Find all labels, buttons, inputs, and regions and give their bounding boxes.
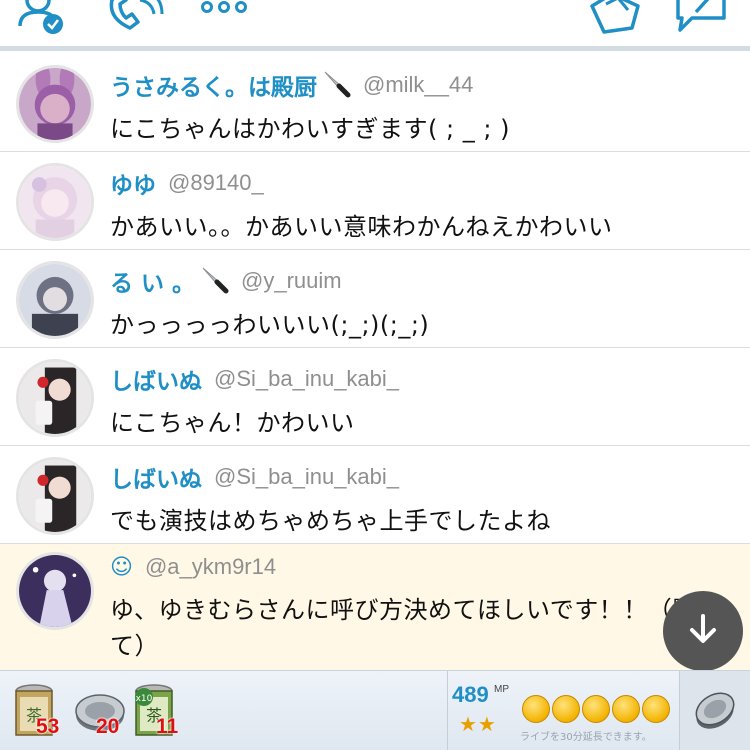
comment-text: かっっっっわいいい(;_;)(;_;)	[110, 311, 430, 339]
gift-count: 20	[96, 715, 120, 738]
divider	[447, 671, 448, 750]
compose-icon[interactable]	[674, 0, 730, 36]
scroll-down-button[interactable]	[663, 591, 743, 671]
more-dots-icon[interactable]	[200, 0, 248, 14]
gift-count: 11	[156, 715, 179, 738]
gold-coin-icon	[552, 695, 580, 723]
comment-item[interactable]: しばいぬ @Si_ba_inu_kabi_ でも演技はめちゃめちゃ上手でしたよね	[0, 446, 750, 544]
comment-item-highlighted[interactable]: ☺ @a_ykm9r14 ゆ、ゆきむらさんに呼び方決めてほしいです！！（黙って）	[0, 544, 750, 670]
gold-coin-icon	[612, 695, 640, 723]
comment-text: ゆ、ゆきむらさんに呼び方決めてほしいです！！（黙って）	[110, 596, 722, 660]
avatar[interactable]	[16, 359, 94, 437]
comment-username[interactable]: しばいぬ	[110, 460, 202, 494]
top-toolbar	[0, 0, 750, 46]
gold-coin-icon	[642, 695, 670, 723]
toolbar-divider	[0, 46, 750, 51]
avatar[interactable]	[16, 65, 94, 143]
extend-live-text: ライブを30分延長できます。	[520, 732, 652, 743]
comment-item[interactable]: しばいぬ @Si_ba_inu_kabi_ にこちゃん！かわいい	[0, 348, 750, 446]
mp-unit: MP	[494, 684, 509, 695]
avatar[interactable]	[16, 261, 94, 339]
comment-username[interactable]: る い 。	[110, 264, 195, 298]
hand-gift-icon[interactable]	[588, 0, 644, 36]
comment-item[interactable]: ゆゆ @89140_ かあいい。。かあいい意味わかんねえかわいい	[0, 152, 750, 250]
comment-text: にこちゃんはかわいすぎます( ; _ ; )	[110, 115, 510, 143]
comment-feed[interactable]: うさみるく。は殿厨 @milk__44 にこちゃんはかわいすぎます( ; _ ;…	[0, 54, 750, 670]
svg-text:x10: x10	[136, 694, 153, 704]
mp-value: 489	[452, 682, 489, 707]
comment-item[interactable]: うさみるく。は殿厨 @milk__44 にこちゃんはかわいすぎます( ; _ ;…	[0, 54, 750, 152]
comment-handle[interactable]: @89140_	[168, 170, 264, 196]
comment-handle[interactable]: @a_ykm9r14	[145, 554, 276, 580]
comment-username[interactable]: ☺	[110, 555, 133, 580]
coin-slots[interactable]	[522, 695, 670, 723]
comment-username[interactable]: しばいぬ	[110, 362, 202, 396]
knife-icon	[199, 264, 229, 298]
comment-handle[interactable]: @y_ruuim	[241, 268, 342, 294]
comment-username[interactable]: うさみるく。は殿厨	[110, 68, 317, 102]
comment-username[interactable]: ゆゆ	[110, 166, 156, 200]
comment-handle[interactable]: @Si_ba_inu_kabi_	[214, 464, 399, 490]
coin-gift-button[interactable]	[680, 671, 750, 750]
comment-handle[interactable]: @Si_ba_inu_kabi_	[214, 366, 399, 392]
comment-text: かあいい。。かあいい意味わかんねえかわいい	[110, 213, 613, 241]
gold-coin-icon	[582, 695, 610, 723]
avatar[interactable]	[16, 552, 94, 630]
comment-text: でも演技はめちゃめちゃ上手でしたよね	[110, 507, 551, 535]
avatar[interactable]	[16, 163, 94, 241]
comment-handle[interactable]: @milk__44	[363, 72, 473, 98]
avatar[interactable]	[16, 457, 94, 535]
gift-count: 53	[36, 715, 60, 738]
gold-coin-icon	[522, 695, 550, 723]
silver-coin-icon	[691, 687, 739, 735]
phone-icon[interactable]	[104, 0, 164, 36]
user-check-icon[interactable]	[18, 0, 66, 36]
comment-item[interactable]: る い 。 @y_ruuim かっっっっわいいい(;_;)(;_;)	[0, 250, 750, 348]
comment-text: にこちゃん！かわいい	[110, 409, 355, 437]
rating-stars: ★★	[459, 712, 497, 736]
arrow-down-icon	[686, 612, 720, 650]
knife-icon	[321, 68, 351, 102]
